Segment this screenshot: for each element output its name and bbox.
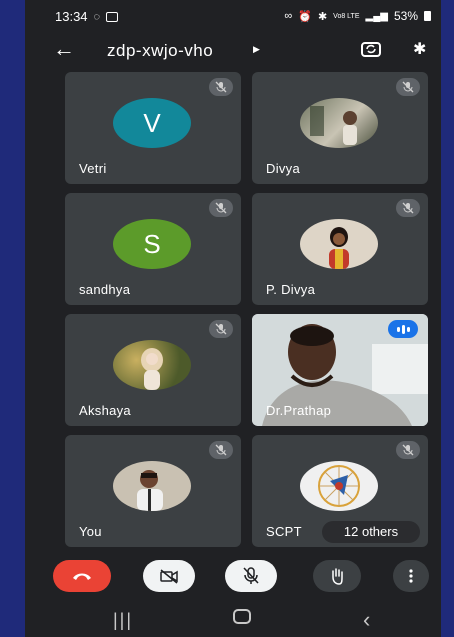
alarm-icon: ⏰ — [298, 10, 312, 23]
mic-off-icon — [243, 567, 259, 584]
participant-name: sandhya — [79, 282, 131, 297]
message-icon — [106, 11, 119, 22]
mic-off-icon — [209, 199, 233, 217]
network-label: Vo8 LTE — [333, 12, 360, 20]
participant-name: Divya — [266, 161, 301, 176]
participant-tile-p-divya[interactable]: P. Divya — [252, 193, 428, 305]
meeting-code[interactable]: zdp-xwjo-vho — [107, 41, 213, 61]
person-photo — [137, 470, 163, 511]
raise-hand-icon — [332, 568, 343, 585]
participant-name: SCPT — [266, 524, 302, 539]
avatar: V — [113, 98, 191, 148]
mic-toggle-button[interactable] — [225, 560, 277, 592]
chevron-right-icon[interactable]: ▶ — [253, 44, 260, 55]
participant-tile-scpt[interactable]: SCPT 12 others — [252, 435, 428, 547]
participant-name: You — [79, 524, 102, 539]
voicemail-icon: ◌ — [93, 10, 101, 23]
call-controls — [25, 552, 441, 600]
participant-tile-divya[interactable]: Divya — [252, 72, 428, 184]
participant-name: Akshaya — [79, 403, 131, 418]
end-call-button[interactable] — [53, 560, 111, 592]
battery-icon — [424, 11, 431, 21]
system-navigation-bar: ||| ‹ — [25, 602, 441, 637]
phone-screen: 13:34 ◌ ∞ ⏰ ✱ Vo8 LTE ▂▄▆ 53% ← zdp-xwjo… — [25, 0, 441, 637]
end-call-icon — [73, 573, 91, 580]
raise-hand-button[interactable] — [313, 560, 361, 592]
participant-name: Dr.Prathap — [266, 403, 332, 418]
back-icon[interactable]: ‹ — [363, 607, 370, 633]
participant-tile-vetri[interactable]: V Vetri — [65, 72, 241, 184]
camera-toggle-button[interactable] — [143, 560, 195, 592]
avatar — [300, 219, 378, 269]
bluetooth-status-icon: ✱ — [317, 10, 328, 23]
link-icon: ∞ — [284, 10, 293, 22]
participant-name: P. Divya — [266, 282, 316, 297]
switch-camera-icon[interactable] — [360, 40, 382, 58]
mic-off-icon — [209, 441, 233, 459]
participant-name: Vetri — [79, 161, 107, 176]
home-icon[interactable] — [233, 608, 251, 629]
signal-icon: ▂▄▆ — [365, 10, 388, 22]
avatar-initial: V — [143, 107, 161, 138]
speaking-indicator-icon — [388, 320, 418, 338]
person-photo — [141, 348, 163, 390]
scpt-logo-icon — [318, 465, 360, 507]
meeting-header: ← zdp-xwjo-vho ▶ ✱ — [25, 32, 441, 70]
arrow-left-icon[interactable]: ← — [53, 38, 75, 60]
participant-tile-akshaya[interactable]: Akshaya — [65, 314, 241, 426]
more-options-button[interactable] — [393, 560, 429, 592]
avatar — [300, 98, 378, 148]
battery-percent: 53% — [393, 9, 418, 23]
status-bar: 13:34 ◌ ∞ ⏰ ✱ Vo8 LTE ▂▄▆ 53% — [25, 0, 441, 32]
more-vert-icon — [409, 569, 413, 583]
others-count-badge[interactable]: 12 others — [322, 521, 420, 543]
participant-tile-dr-prathap[interactable]: Dr.Prathap — [252, 314, 428, 426]
person-photo — [329, 227, 349, 269]
mic-off-icon — [209, 320, 233, 338]
camera-off-icon — [160, 569, 178, 584]
avatar: S — [113, 219, 191, 269]
avatar — [113, 340, 191, 390]
participant-tile-you[interactable]: You — [65, 435, 241, 547]
avatar-initial: S — [143, 228, 161, 259]
recent-apps-icon[interactable]: ||| — [113, 610, 133, 631]
mic-off-icon — [396, 441, 420, 459]
mic-off-icon — [209, 78, 233, 96]
mic-off-icon — [396, 199, 420, 217]
bluetooth-icon[interactable]: ✱ — [413, 39, 426, 59]
avatar — [300, 461, 378, 511]
mic-off-icon — [396, 78, 420, 96]
avatar — [113, 461, 191, 511]
participant-tile-sandhya[interactable]: S sandhya — [65, 193, 241, 305]
person-photo — [310, 106, 357, 145]
status-time: 13:34 — [55, 9, 88, 24]
